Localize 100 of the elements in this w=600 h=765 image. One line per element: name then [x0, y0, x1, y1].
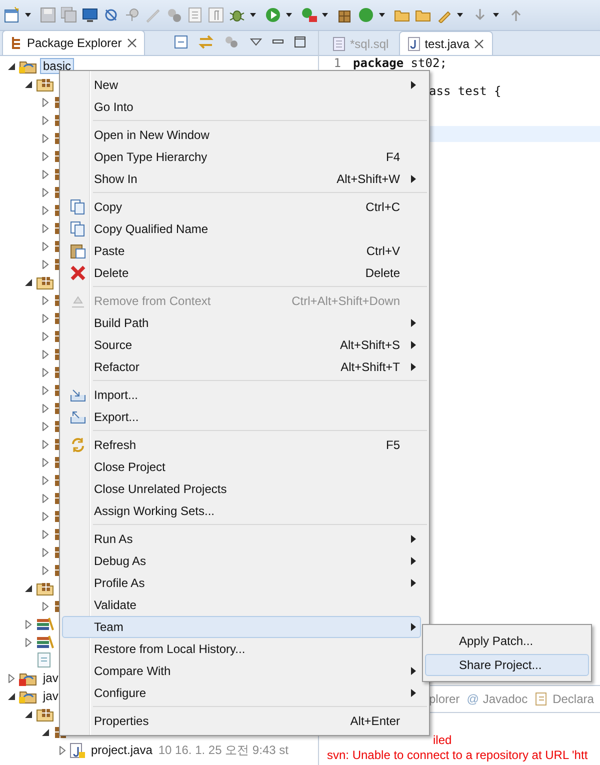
maximize-icon[interactable]	[294, 36, 306, 48]
expanded-arrow-icon[interactable]	[6, 62, 16, 70]
collapsed-arrow-icon[interactable]	[40, 296, 50, 304]
panel-tab[interactable]: Declara	[534, 692, 594, 706]
menu-item[interactable]: Validate	[62, 594, 421, 616]
monitor-icon[interactable]	[82, 7, 98, 23]
menu-item[interactable]: Show In Alt+Shift+W	[62, 168, 421, 190]
menu-item[interactable]: Properties Alt+Enter	[62, 710, 421, 732]
collapsed-arrow-icon[interactable]	[40, 476, 50, 484]
menu-item[interactable]: Apply Patch...	[425, 630, 589, 652]
close-icon[interactable]	[474, 38, 484, 48]
pin-icon[interactable]	[124, 7, 140, 23]
collapsed-arrow-icon[interactable]	[40, 386, 50, 394]
menu-item[interactable]: Source Alt+Shift+S	[62, 334, 421, 356]
new-window-icon[interactable]	[4, 7, 20, 23]
submenu-arrow-icon	[410, 579, 416, 587]
collapsed-arrow-icon[interactable]	[40, 206, 50, 214]
collapsed-arrow-icon[interactable]	[24, 638, 32, 646]
package-folder-icon	[36, 76, 54, 92]
collapsed-arrow-icon[interactable]	[40, 548, 50, 556]
collapsed-arrow-icon[interactable]	[40, 458, 50, 466]
tree-item-label[interactable]: jav	[40, 670, 62, 686]
collapsed-arrow-icon[interactable]	[40, 440, 50, 448]
menu-item[interactable]: Paste Ctrl+V	[62, 240, 421, 262]
gears-icon[interactable]	[166, 7, 182, 23]
menu-item[interactable]: Copy Ctrl+C	[62, 196, 421, 218]
collapsed-arrow-icon[interactable]	[40, 152, 50, 160]
expanded-arrow-icon[interactable]	[24, 584, 32, 592]
dropdown-caret-icon[interactable]	[493, 13, 499, 17]
collapse-all-icon[interactable]	[174, 35, 188, 49]
menu-item[interactable]: Configure	[62, 682, 421, 704]
dropdown-caret-icon[interactable]	[322, 13, 328, 17]
collapsed-arrow-icon[interactable]	[40, 404, 50, 412]
dropdown-caret-icon[interactable]	[286, 13, 292, 17]
dropdown-caret-icon[interactable]	[457, 13, 463, 17]
collapsed-arrow-icon[interactable]	[40, 422, 50, 430]
collapsed-arrow-icon[interactable]	[40, 512, 50, 520]
menu-item[interactable]: Export...	[62, 406, 421, 428]
menu-item[interactable]: Share Project...	[425, 654, 589, 676]
menu-item[interactable]: Team	[62, 616, 421, 638]
menu-item[interactable]: Copy Qualified Name	[62, 218, 421, 240]
menu-item[interactable]: Assign Working Sets...	[62, 500, 421, 522]
expanded-arrow-icon[interactable]	[40, 728, 50, 736]
collapsed-arrow-icon[interactable]	[40, 170, 50, 178]
menu-item[interactable]: Compare With	[62, 660, 421, 682]
panel-tab[interactable]: @ Javadoc	[466, 692, 528, 706]
menu-item[interactable]: Refresh F5	[62, 434, 421, 456]
dropdown-caret-icon[interactable]	[379, 13, 385, 17]
collapsed-arrow-icon[interactable]	[40, 98, 50, 106]
collapsed-arrow-icon[interactable]	[40, 566, 50, 574]
tree-item-label[interactable]: jav	[40, 688, 62, 704]
collapsed-arrow-icon[interactable]	[40, 602, 50, 610]
menu-item[interactable]: Refactor Alt+Shift+T	[62, 356, 421, 378]
collapsed-arrow-icon[interactable]	[6, 674, 16, 682]
menu-item[interactable]: Run As	[62, 528, 421, 550]
document-icon	[534, 692, 549, 706]
collapsed-arrow-icon[interactable]	[40, 116, 50, 124]
collapsed-arrow-icon[interactable]	[40, 242, 50, 250]
expanded-arrow-icon[interactable]	[6, 692, 16, 700]
play-icon[interactable]	[265, 7, 281, 23]
collapsed-arrow-icon[interactable]	[40, 260, 50, 268]
menu-item[interactable]: Close Unrelated Projects	[62, 478, 421, 500]
collapsed-arrow-icon[interactable]	[24, 620, 32, 628]
expanded-arrow-icon[interactable]	[24, 80, 32, 88]
dropdown-caret-icon[interactable]	[25, 13, 31, 17]
collapsed-arrow-icon[interactable]	[40, 350, 50, 358]
menu-item[interactable]: Close Project	[62, 456, 421, 478]
menu-item[interactable]: Open Type Hierarchy F4	[62, 146, 421, 168]
collapsed-arrow-icon[interactable]	[40, 494, 50, 502]
collapsed-arrow-icon[interactable]	[40, 224, 50, 232]
collapsed-arrow-icon[interactable]	[40, 134, 50, 142]
tree-item-label[interactable]: project.java	[88, 742, 156, 758]
collapsed-arrow-icon[interactable]	[40, 188, 50, 196]
close-icon[interactable]	[126, 38, 137, 48]
menu-item[interactable]: Go Into	[62, 96, 421, 118]
menu-item[interactable]: Import...	[62, 384, 421, 406]
run-tool-icon[interactable]	[301, 7, 317, 23]
view-menu-icon[interactable]	[250, 38, 262, 46]
expanded-arrow-icon[interactable]	[24, 278, 32, 286]
paragraph-icon[interactable]	[208, 7, 224, 23]
editor-tab[interactable]: test.java	[398, 31, 494, 55]
menu-item[interactable]: Profile As	[62, 572, 421, 594]
filter-icon[interactable]	[224, 35, 240, 49]
expanded-arrow-icon[interactable]	[24, 710, 32, 718]
save-all-icon[interactable]	[61, 7, 77, 23]
collapsed-arrow-icon[interactable]	[40, 314, 50, 322]
menu-item[interactable]: Build Path	[62, 312, 421, 334]
collapsed-arrow-icon[interactable]	[40, 530, 50, 538]
menu-item[interactable]: Debug As	[62, 550, 421, 572]
collapsed-arrow-icon[interactable]	[58, 746, 66, 754]
dropdown-caret-icon[interactable]	[250, 13, 256, 17]
menu-item[interactable]: Restore from Local History...	[62, 638, 421, 660]
collapsed-arrow-icon[interactable]	[40, 332, 50, 340]
import-icon	[70, 387, 86, 403]
menu-item[interactable]: Open in New Window	[62, 124, 421, 146]
menu-item[interactable]: Delete Delete	[62, 262, 421, 284]
save-icon[interactable]	[40, 7, 56, 23]
menu-item[interactable]: New	[62, 74, 421, 96]
collapsed-arrow-icon[interactable]	[40, 368, 50, 376]
package-explorer-tab[interactable]: Package Explorer	[2, 30, 145, 55]
